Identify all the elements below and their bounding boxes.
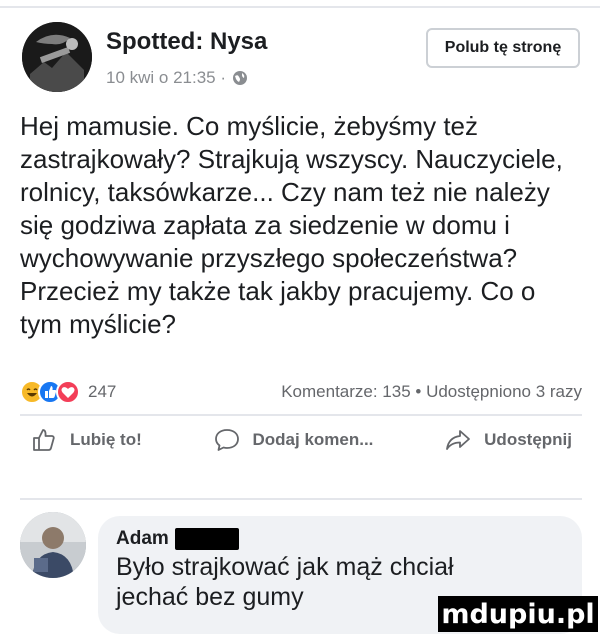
post-timestamp[interactable]: 10 kwi o 21:35 ·	[106, 68, 226, 88]
comment-icon	[214, 429, 239, 451]
like-page-button[interactable]: Polub tę stronę	[426, 28, 580, 68]
commenter-avatar-image	[20, 512, 86, 578]
commenter-name[interactable]: Adam	[116, 528, 169, 550]
commenter-avatar[interactable]	[20, 512, 86, 578]
commenter-name-row: Adam	[116, 528, 564, 550]
post-meta: 10 kwi o 21:35 ·	[106, 68, 248, 88]
comment-button[interactable]: Dodaj komen...	[203, 426, 384, 454]
love-reaction-icon	[56, 380, 80, 404]
page-avatar[interactable]	[22, 22, 92, 92]
post-header: Spotted: Nysa 10 kwi o 21:35 · Polub tę …	[22, 22, 582, 102]
page-avatar-image	[22, 22, 92, 92]
page-name[interactable]: Spotted: Nysa	[106, 28, 267, 56]
action-bar: Lubię to! Dodaj komen... Udostępnij	[20, 420, 582, 460]
redaction-bar	[174, 528, 239, 550]
share-icon	[446, 430, 471, 450]
globe-icon	[232, 70, 248, 86]
reaction-count: 247	[88, 382, 117, 401]
share-button[interactable]: Udostępnij	[434, 426, 582, 454]
like-button[interactable]: Lubię to!	[20, 426, 152, 454]
reactions-summary[interactable]: 247	[20, 380, 116, 404]
post-text: Hej mamusie. Co myślicie, żebyśmy też za…	[20, 111, 563, 339]
stats-divider	[20, 414, 582, 416]
share-button-label: Udostępnij	[484, 430, 572, 449]
post-stats: 247 Komentarze: 135 • Udostępniono 3 raz…	[20, 378, 582, 406]
watermark-logo: mdupiu.pl	[438, 596, 598, 632]
like-button-label: Lubię to!	[70, 430, 142, 449]
comment-button-label: Dodaj komen...	[252, 430, 374, 449]
top-divider	[0, 6, 600, 8]
actions-divider	[20, 498, 582, 500]
thumbs-up-icon	[33, 429, 55, 451]
comments-shares-count[interactable]: Komentarze: 135 • Udostępniono 3 razy	[281, 382, 582, 402]
